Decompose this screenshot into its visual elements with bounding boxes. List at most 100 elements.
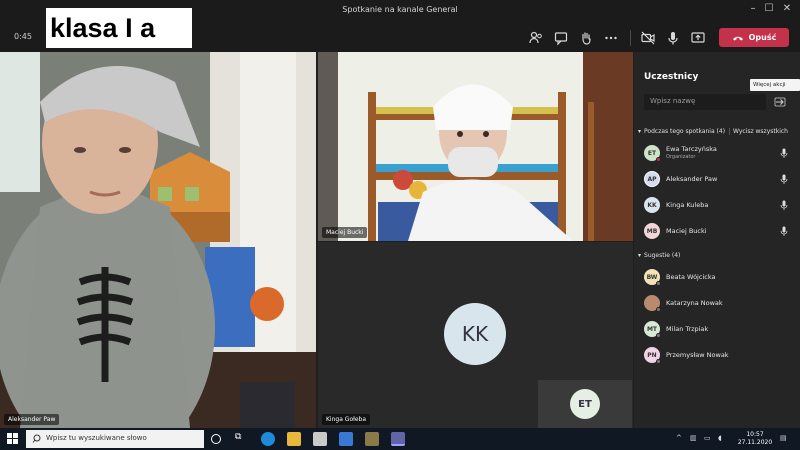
taskbar-search-input[interactable]: Wpisz tu wyszukiwane słowo bbox=[26, 430, 204, 448]
video-frame-image bbox=[0, 52, 316, 428]
participant-name: Beata Wójcicka bbox=[666, 273, 715, 281]
self-avatar: ET bbox=[570, 389, 600, 419]
participant-name: Ewa Tarczyńska Organizator bbox=[666, 145, 717, 161]
participant-name: Przemysław Nowak bbox=[666, 351, 729, 359]
class-label: klasa I a bbox=[46, 8, 192, 48]
edge-icon[interactable] bbox=[261, 432, 275, 446]
participant-role: Organizator bbox=[666, 154, 696, 160]
teams-window: Spotkanie na kanale General – ☐ ✕ 0:45 O… bbox=[0, 0, 800, 450]
minimize-icon[interactable]: – bbox=[746, 3, 760, 14]
video-tile-aleksander[interactable]: Aleksander Paw bbox=[0, 52, 316, 428]
taskbar-clock[interactable]: 10:57 27.11.2020 bbox=[736, 431, 774, 447]
participant-name-text: Ewa Tarczyńska bbox=[666, 145, 717, 153]
participant-row[interactable]: AP Aleksander Paw bbox=[644, 170, 794, 188]
cortana-icon[interactable] bbox=[211, 434, 221, 444]
share-screen-icon[interactable] bbox=[690, 30, 706, 46]
taskbar-search-placeholder: Wpisz tu wyszukiwane słowo bbox=[46, 434, 147, 442]
chevron-down-icon: ▾ bbox=[638, 128, 642, 135]
microphone-icon[interactable] bbox=[780, 200, 788, 210]
participant-name-text: Milan Trzpiak bbox=[666, 325, 709, 333]
self-video-tile[interactable]: ET bbox=[538, 380, 632, 428]
participant-avatar: MT bbox=[644, 321, 661, 338]
microphone-icon[interactable] bbox=[780, 226, 788, 236]
participant-avatar: MB bbox=[644, 223, 660, 239]
participant-search-input[interactable]: Wpisz nazwę bbox=[644, 94, 766, 110]
volume-icon[interactable]: ◖ bbox=[718, 434, 722, 442]
participant-name-text: Maciej Bucki bbox=[666, 227, 707, 235]
clock-time: 10:57 bbox=[746, 431, 764, 438]
section-suggested[interactable]: ▾ Sugestie (4) bbox=[638, 252, 680, 259]
avatar-initials: AP bbox=[647, 175, 657, 183]
store-icon[interactable] bbox=[313, 432, 327, 446]
participant-avatar: PN bbox=[644, 347, 661, 364]
app-icon[interactable] bbox=[365, 432, 379, 446]
participant-avatar: KK bbox=[444, 303, 506, 365]
suggested-row[interactable]: MT Milan Trzpiak bbox=[644, 320, 794, 338]
presence-dot bbox=[656, 333, 661, 338]
raise-hand-icon[interactable] bbox=[578, 30, 594, 46]
participant-name-text: Kinga Kuleba bbox=[666, 201, 709, 209]
participant-row[interactable]: KK Kinga Kuleba bbox=[644, 196, 794, 214]
participant-avatar: AP bbox=[644, 171, 660, 187]
participant-name: Maciej Bucki bbox=[666, 227, 707, 235]
notifications-icon[interactable]: ▤ bbox=[780, 434, 787, 442]
participant-avatar: KK bbox=[644, 197, 660, 213]
hang-up-icon bbox=[732, 36, 743, 40]
video-tile-maciej[interactable]: Maciej Bucki bbox=[318, 52, 633, 241]
participant-avatar-photo bbox=[644, 295, 661, 312]
toolbar-divider bbox=[630, 30, 631, 46]
participant-row[interactable]: ET Ewa Tarczyńska Organizator bbox=[644, 144, 794, 162]
presence-dot bbox=[656, 157, 661, 162]
battery-icon[interactable]: ▭ bbox=[704, 434, 711, 442]
file-explorer-icon[interactable] bbox=[287, 432, 301, 446]
microphone-icon[interactable] bbox=[780, 174, 788, 184]
avatar-initials: KK bbox=[647, 201, 657, 209]
participant-name: Milan Trzpiak bbox=[666, 325, 708, 333]
windows-start-icon[interactable] bbox=[7, 433, 18, 444]
leave-label: Opuść bbox=[748, 33, 777, 42]
task-view-icon[interactable]: ⧉ bbox=[235, 432, 249, 446]
leave-button[interactable]: Opuść bbox=[719, 28, 789, 47]
chevron-down-icon: ▾ bbox=[638, 252, 642, 259]
share-invite-icon[interactable] bbox=[774, 96, 786, 108]
section-in-meeting[interactable]: ▾ Podczas tego spotkania (4) bbox=[638, 128, 725, 135]
search-icon bbox=[32, 434, 41, 443]
participant-name-text: Katarzyna Nowak bbox=[666, 299, 723, 307]
teams-taskbar-icon[interactable] bbox=[391, 432, 405, 446]
suggested-row[interactable]: Katarzyna Nowak bbox=[644, 294, 794, 312]
presence-dot bbox=[656, 359, 661, 364]
participant-avatar: BW bbox=[644, 269, 661, 286]
participant-name-text: Aleksander Paw bbox=[666, 175, 718, 183]
suggested-row[interactable]: PN Przemysław Nowak bbox=[644, 346, 794, 364]
presence-dot bbox=[656, 307, 661, 312]
microphone-icon[interactable] bbox=[780, 148, 788, 158]
section-suggested-label: Sugestie (4) bbox=[644, 252, 681, 259]
participants-icon[interactable] bbox=[528, 30, 544, 46]
suggested-row[interactable]: BW Beata Wójcicka bbox=[644, 268, 794, 286]
video-frame-image bbox=[318, 52, 633, 241]
mail-icon[interactable] bbox=[339, 432, 353, 446]
avatar-initials: ET bbox=[647, 149, 657, 157]
participant-name-label: Aleksander Paw bbox=[4, 414, 60, 425]
windows-taskbar: Wpisz tu wyszukiwane słowo ⧉ ^ ▥ ▭ ◖ 10:… bbox=[0, 428, 800, 450]
chat-icon[interactable] bbox=[553, 30, 569, 46]
participants-panel: Uczestnicy Więcej akcji Wpisz nazwę ▾ Po… bbox=[634, 52, 800, 428]
clock-date: 27.11.2020 bbox=[737, 439, 773, 446]
participant-name-text: Przemysław Nowak bbox=[666, 351, 729, 359]
more-actions-tooltip: Więcej akcji bbox=[750, 79, 800, 91]
participant-name-label: Maciej Bucki bbox=[322, 227, 368, 238]
presence-dot bbox=[656, 281, 661, 286]
maximize-icon[interactable]: ☐ bbox=[762, 3, 776, 14]
section-in-meeting-label: Podczas tego spotkania (4) bbox=[644, 128, 726, 135]
participant-avatar: ET bbox=[644, 145, 661, 162]
microphone-icon[interactable] bbox=[665, 30, 681, 46]
tray-chevron-icon[interactable]: ^ bbox=[676, 434, 682, 442]
camera-off-icon[interactable] bbox=[640, 30, 656, 46]
mute-all-button[interactable]: Wycisz wszystkich bbox=[729, 128, 788, 135]
participant-name: Kinga Kuleba bbox=[666, 201, 708, 209]
panel-title: Uczestnicy bbox=[644, 72, 699, 82]
more-actions-icon[interactable] bbox=[603, 30, 619, 46]
participant-row[interactable]: MB Maciej Bucki bbox=[644, 222, 794, 240]
close-icon[interactable]: ✕ bbox=[780, 3, 794, 14]
network-icon[interactable]: ▥ bbox=[690, 434, 697, 442]
